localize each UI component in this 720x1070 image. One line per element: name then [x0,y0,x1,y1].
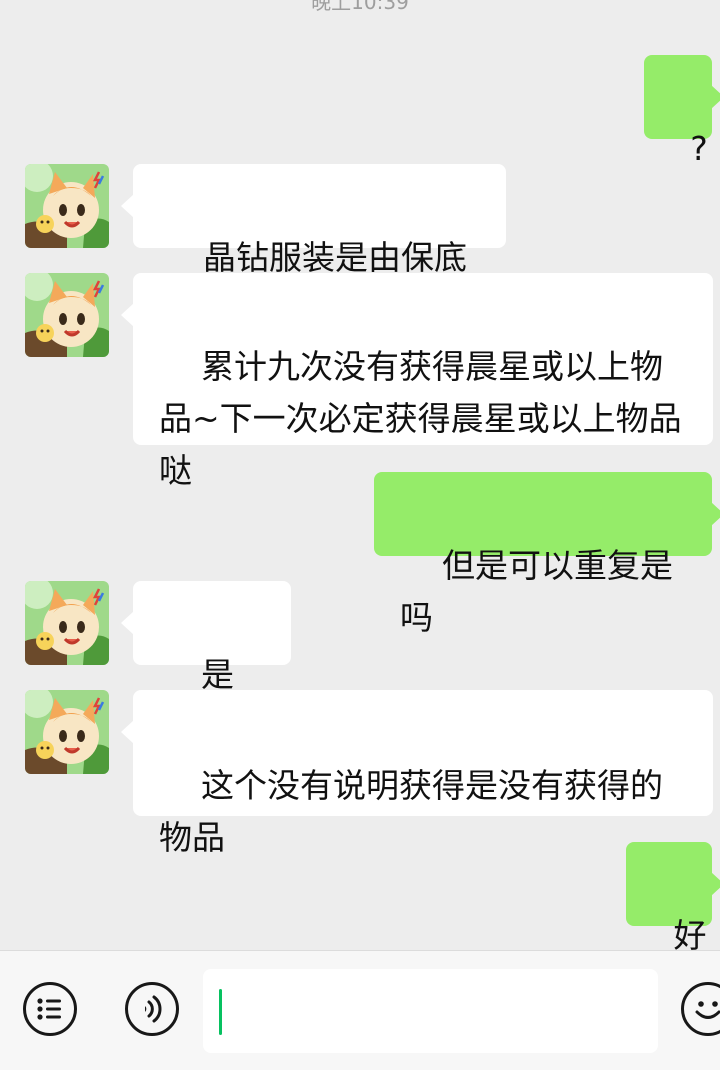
message-bubble-other[interactable]: 是有哒 [121,581,291,746]
menu-button[interactable] [23,982,77,1036]
message-text: 累计九次没有获得晨星或以上物品~下一次必定获得晨星或以上物品哒 [159,347,682,490]
message-bubble-other[interactable]: 晶钻服装是由保底哒 [121,164,506,329]
mascot-avatar-icon[interactable] [25,164,109,248]
message-text: 但是可以重复是吗 [400,546,673,637]
chat-input-bar [0,950,720,1070]
mascot-avatar-icon-graphic [25,164,109,248]
message-timestamp: 晚上10:39 [311,0,409,14]
mascot-avatar-icon[interactable] [25,273,109,357]
message-bubble-other[interactable]: 累计九次没有获得晨星或以上物品~下一次必定获得晨星或以上物品哒 [121,273,713,490]
message-text: ? [690,129,708,168]
mascot-avatar-icon[interactable] [25,690,109,774]
mascot-avatar-icon-graphic [25,690,109,774]
message-text: 这个没有说明获得是没有获得的物品 [159,766,663,857]
message-bubble-self[interactable]: 但是可以重复是吗 [374,472,720,637]
text-caret [219,989,222,1035]
message-input[interactable] [203,969,658,1053]
mascot-avatar-icon-graphic [25,273,109,357]
voice-button[interactable] [125,982,179,1036]
menu-list-icon [37,998,61,1020]
message-bubble-self[interactable]: 好 [626,842,720,950]
chat-area[interactable]: 晚上10:39 ? 晶钻服装是由保底哒 [0,0,720,950]
message-bubble-other[interactable]: 这个没有说明获得是没有获得的物品 [121,690,713,857]
mascot-avatar-icon[interactable] [25,581,109,665]
message-text: 好 [673,916,707,950]
voice-icon [145,995,162,1023]
emoji-icon [695,1001,720,1019]
mascot-avatar-icon-graphic [25,581,109,665]
message-bubble-self[interactable]: ? [644,55,720,168]
emoji-button[interactable] [681,982,720,1036]
